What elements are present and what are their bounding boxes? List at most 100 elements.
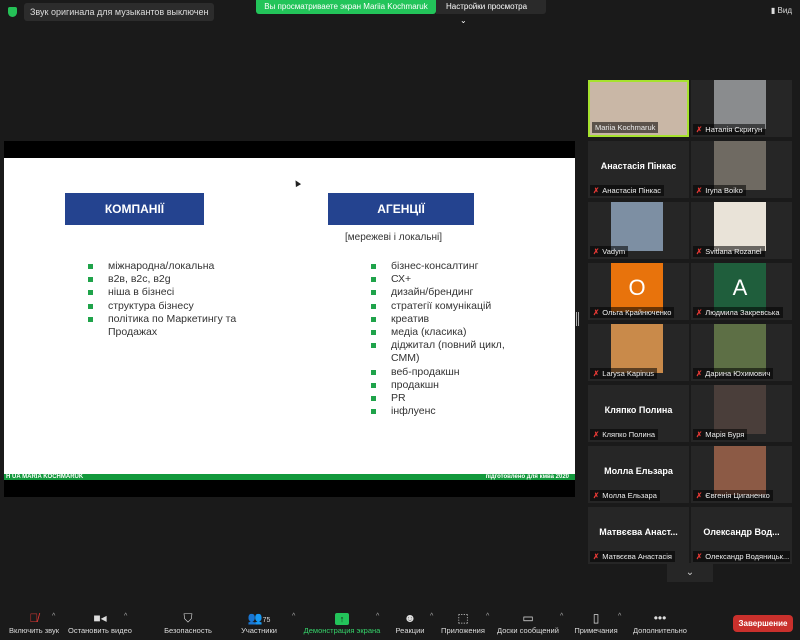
more-button[interactable]: ••• Дополнительно	[630, 610, 690, 635]
end-meeting-button[interactable]: Завершение	[733, 615, 793, 632]
participants-label: Участники	[241, 626, 277, 635]
companies-list: міжнародна/локальна в2в, в2с, в2g ніша в б…	[88, 260, 248, 339]
participant-tile[interactable]: O ✗ Ольга Крайнюченко	[588, 263, 689, 320]
slide: КОМПАНІЇ АГЕНЦІЇ [мережеві і локальні] м…	[4, 158, 575, 480]
participant-tile[interactable]: ✗ Євгенія Циганенко	[691, 446, 792, 503]
participant-video	[714, 80, 766, 129]
participants-count: 75	[262, 617, 271, 624]
participant-display-name: Олександр Вод...	[703, 527, 780, 537]
participant-tile[interactable]: Молла Ельзара ✗ Молла Ельзара	[588, 446, 689, 503]
participant-tile[interactable]: ✗ Марія Буря	[691, 385, 792, 442]
participant-tile[interactable]: ✗ Larysa Kapinus	[588, 324, 689, 381]
companies-header: КОМПАНІЇ	[65, 193, 204, 225]
muted-mic-icon: ✗	[696, 491, 703, 500]
participants-caret[interactable]: ^	[292, 613, 295, 620]
participant-tile[interactable]: Кляпко Полина ✗ Кляпко Полина	[588, 385, 689, 442]
notes-caret[interactable]: ^	[618, 613, 621, 620]
notes-button[interactable]: ▯ Примечания	[570, 610, 622, 635]
participant-tile[interactable]: Mariia Kochmaruk	[588, 80, 689, 137]
participant-name: Mariia Kochmaruk	[595, 123, 656, 132]
apps-caret[interactable]: ^	[486, 613, 489, 620]
participant-name: Євгенія Циганенко	[705, 491, 770, 500]
participant-video	[611, 202, 663, 251]
participant-tile[interactable]: ✗ Iryna Boiko	[691, 141, 792, 198]
top-bar: Звук оригинала для музыкантов выключен В…	[0, 0, 800, 25]
participant-display-name: Анастасія Пінкас	[600, 161, 677, 171]
share-screen-icon: ↑	[302, 610, 382, 626]
apps-button[interactable]: ⬚ Приложения	[438, 610, 488, 635]
participant-tile[interactable]: ✗ Svitlana Rozanel	[691, 202, 792, 259]
view-label: Вид	[777, 6, 792, 15]
next-page-button[interactable]: ⌄	[667, 563, 713, 582]
muted-mic-icon: ✗	[696, 308, 703, 317]
participant-tile[interactable]: ✗ Наталія Скригун	[691, 80, 792, 137]
participant-tile[interactable]: ✗ Дарина Юхимович	[691, 324, 792, 381]
participant-name-label: Mariia Kochmaruk	[592, 122, 659, 133]
muted-mic-icon: ✗	[696, 552, 703, 561]
panel-resize-handle[interactable]	[576, 312, 579, 326]
reactions-label: Реакции	[395, 626, 425, 635]
muted-mic-icon: ✗	[696, 430, 703, 439]
shield-icon[interactable]	[8, 7, 17, 17]
participant-name: Larysa Kapinus	[602, 369, 654, 378]
list-item: PR	[371, 392, 521, 405]
participant-tile[interactable]: ✗ Vadym	[588, 202, 689, 259]
participant-avatar: O	[611, 263, 663, 312]
participant-video	[611, 324, 663, 373]
security-label: Безопасность	[164, 626, 212, 635]
share-screen-label: Демонстрация экрана	[303, 626, 381, 635]
list-item: бізнес-консалтинг	[371, 260, 521, 273]
muted-mic-icon: ✗	[593, 186, 600, 195]
participant-name-label: ✗ Svitlana Rozanel	[693, 246, 765, 257]
participant-display-name: Матвєєва Анаст...	[599, 527, 678, 537]
participant-name-label: ✗ Ольга Крайнюченко	[590, 307, 675, 318]
audio-options-caret[interactable]: ^	[52, 613, 55, 620]
share-screen-button[interactable]: ↑ Демонстрация экрана	[302, 610, 382, 635]
list-item: СХ+	[371, 273, 521, 286]
stop-video-label: Остановить видео	[68, 626, 132, 635]
participant-name-label: ✗ Анастасія Пінкас	[590, 185, 665, 196]
participants-button[interactable]: 👥75 Участники	[236, 610, 282, 635]
participant-tile[interactable]: Анастасія Пінкас ✗ Анастасія Пінкас	[588, 141, 689, 198]
muted-mic-icon: ✗	[593, 247, 600, 256]
shared-screen: КОМПАНІЇ АГЕНЦІЇ [мережеві і локальні] м…	[4, 141, 575, 497]
list-item: медіа (класика)	[371, 326, 521, 339]
participant-name: Svitlana Rozanel	[705, 247, 762, 256]
slide-footer: H UA MARIA KOCHMARUK підготовлено для км…	[4, 474, 575, 480]
participant-name-label: ✗ Марія Буря	[693, 429, 748, 440]
participant-tile[interactable]: Матвєєва Анаст... ✗ Матвєєва Анастасія	[588, 507, 689, 564]
security-button[interactable]: ⛉ Безопасность	[160, 610, 216, 635]
participant-name: Молла Ельзара	[602, 491, 657, 500]
participant-tile[interactable]: A ✗ Людмила Закревська	[691, 263, 792, 320]
reactions-button[interactable]: ☻ Реакции	[392, 610, 428, 635]
participant-display-name: Кляпко Полина	[604, 405, 673, 415]
participant-name-label: ✗ Молла Ельзара	[590, 490, 660, 501]
list-item: інфлуенс	[371, 405, 521, 418]
participant-name-label: ✗ Матвєєва Анастасія	[590, 551, 675, 562]
participant-tile[interactable]: Олександр Вод... ✗ Олександр Водяницьк...	[691, 507, 792, 564]
whiteboards-caret[interactable]: ^	[560, 613, 563, 620]
muted-mic-icon: ✗	[696, 247, 703, 256]
list-item: ніша в бізнесі	[88, 286, 248, 299]
participant-display-name: Молла Ельзара	[604, 466, 673, 476]
whiteboards-button[interactable]: ▭ Доски сообщений	[494, 610, 562, 635]
apps-label: Приложения	[441, 626, 485, 635]
notes-label: Примечания	[574, 626, 618, 635]
participant-video	[714, 202, 766, 251]
shield-icon: ⛉	[183, 611, 193, 625]
muted-mic-icon: ✗	[593, 430, 600, 439]
grid-icon: ▮	[770, 6, 776, 15]
participant-name: Наталія Скригун	[705, 125, 763, 134]
view-button[interactable]: ▮ Вид	[771, 6, 792, 15]
chevron-down-icon: ⌄	[460, 16, 467, 25]
view-options-button[interactable]: Настройки просмотра ⌄	[436, 0, 546, 25]
reactions-caret[interactable]: ^	[430, 613, 433, 620]
participant-name: Iryna Boiko	[705, 186, 743, 195]
meeting-toolbar: 🎙̸ Включить звук ^ ■◂ Остановить видео ^ ⛉…	[0, 604, 800, 640]
participant-name: Людмила Закревська	[705, 308, 780, 317]
video-options-caret[interactable]: ^	[124, 613, 127, 620]
list-item: стратегії комунікацій	[371, 300, 521, 313]
agencies-list: бізнес-консалтинг СХ+ дизайн/брендинг страт…	[371, 260, 521, 418]
reactions-icon: ☻	[403, 611, 417, 625]
share-caret[interactable]: ^	[376, 613, 379, 620]
